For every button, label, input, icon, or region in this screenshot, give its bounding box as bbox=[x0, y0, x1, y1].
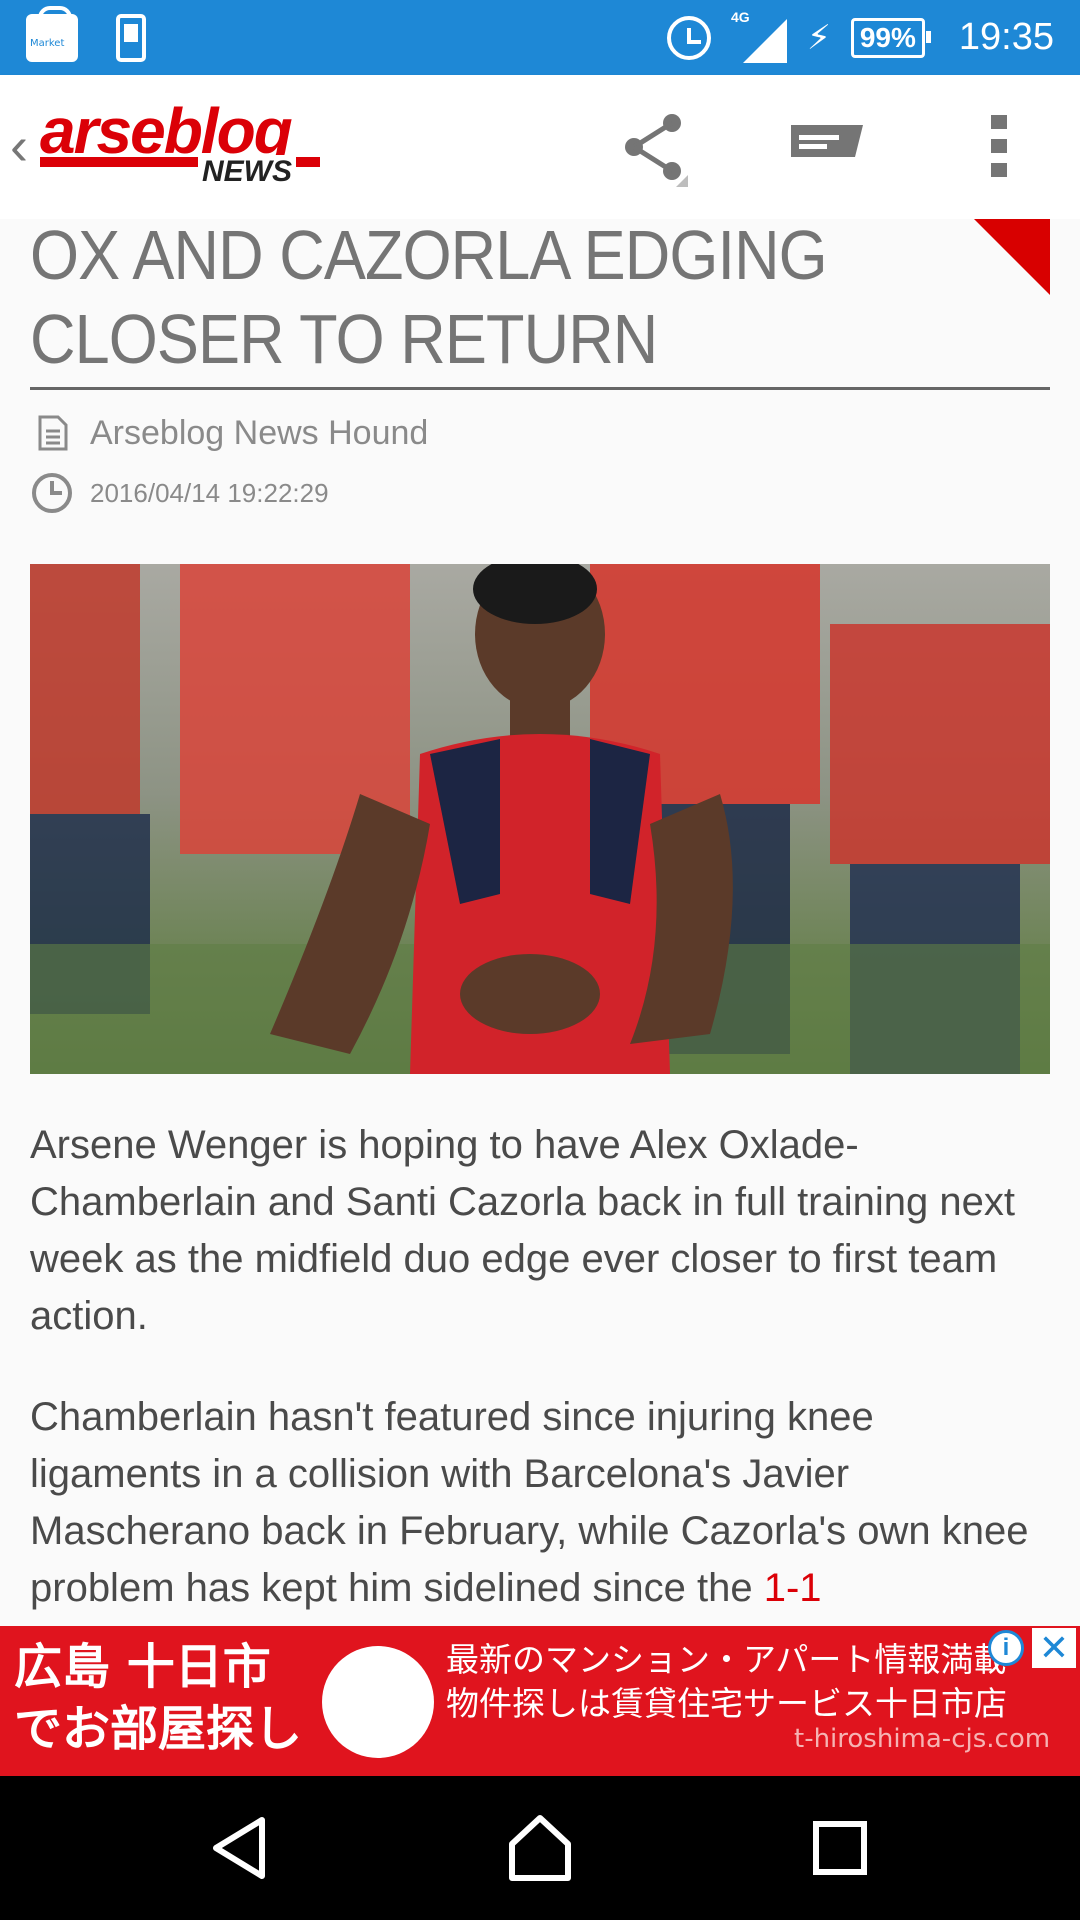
clock-icon bbox=[32, 473, 72, 513]
article-title: OX AND CAZORLA EDGING CLOSER TO RETURN bbox=[30, 219, 828, 378]
system-nav-bar bbox=[0, 1776, 1080, 1920]
status-clock: 19:35 bbox=[958, 16, 1054, 58]
ad-domain: t-hiroshima-cjs.com bbox=[794, 1724, 1051, 1754]
date-row: 2016/04/14 19:22:29 bbox=[30, 471, 329, 515]
logo-sub-text: NEWS bbox=[198, 155, 296, 189]
signal-icon: 4G bbox=[731, 9, 787, 63]
arseblog-news-logo[interactable]: arseblog NEWS bbox=[40, 99, 330, 199]
document-icon bbox=[38, 415, 68, 451]
ad-headline: 広島 十日市 でお部屋探し bbox=[14, 1639, 303, 1757]
author-row: Arseblog News Hound bbox=[30, 411, 428, 455]
nav-back-icon[interactable] bbox=[200, 1808, 280, 1888]
ad-close-icon[interactable]: ✕ bbox=[1032, 1628, 1076, 1668]
more-vert-icon[interactable] bbox=[960, 109, 1040, 189]
nav-recents-icon[interactable] bbox=[800, 1808, 880, 1888]
ad-logo-circle bbox=[322, 1646, 434, 1758]
app-bar: ‹ arseblog NEWS bbox=[0, 75, 1080, 219]
article-hero-image[interactable] bbox=[30, 564, 1050, 1074]
article-content[interactable]: OX AND CAZORLA EDGING CLOSER TO RETURN A… bbox=[0, 219, 1080, 1626]
logo-main-text: arseblog bbox=[40, 95, 293, 167]
article-paragraph-2: Chamberlain hasn't featured since injuri… bbox=[30, 1395, 1029, 1610]
corner-flag bbox=[974, 219, 1050, 295]
back-chevron-icon[interactable]: ‹ bbox=[10, 115, 28, 177]
comment-icon[interactable] bbox=[785, 109, 865, 189]
nav-home-icon[interactable] bbox=[500, 1808, 580, 1888]
ad-banner[interactable]: 広島 十日市 でお部屋探し 最新のマンション・アパート情報満載 物件探しは賃貸住… bbox=[0, 1626, 1080, 1776]
ad-info-icon[interactable]: i bbox=[988, 1630, 1024, 1666]
charging-icon: ⚡ bbox=[806, 18, 831, 57]
share-icon[interactable] bbox=[614, 109, 694, 189]
market-notification-icon: Market bbox=[26, 6, 78, 62]
battery-level: 99% bbox=[850, 17, 931, 58]
phone-notification-icon bbox=[116, 14, 146, 62]
status-bar: Market 4G ⚡ 99% 19:35 bbox=[0, 0, 1080, 75]
alarm-icon bbox=[666, 15, 711, 60]
article-author: Arseblog News Hound bbox=[90, 413, 429, 452]
title-divider bbox=[30, 387, 1050, 390]
article-link-score[interactable]: 1-1 bbox=[764, 1566, 822, 1610]
article-paragraph-1: Arsene Wenger is hoping to have Alex Oxl… bbox=[30, 1123, 1015, 1338]
ad-body: 最新のマンション・アパート情報満載 物件探しは賃貸住宅サービス十日市店 bbox=[446, 1640, 1007, 1723]
article-date: 2016/04/14 19:22:29 bbox=[90, 477, 329, 508]
